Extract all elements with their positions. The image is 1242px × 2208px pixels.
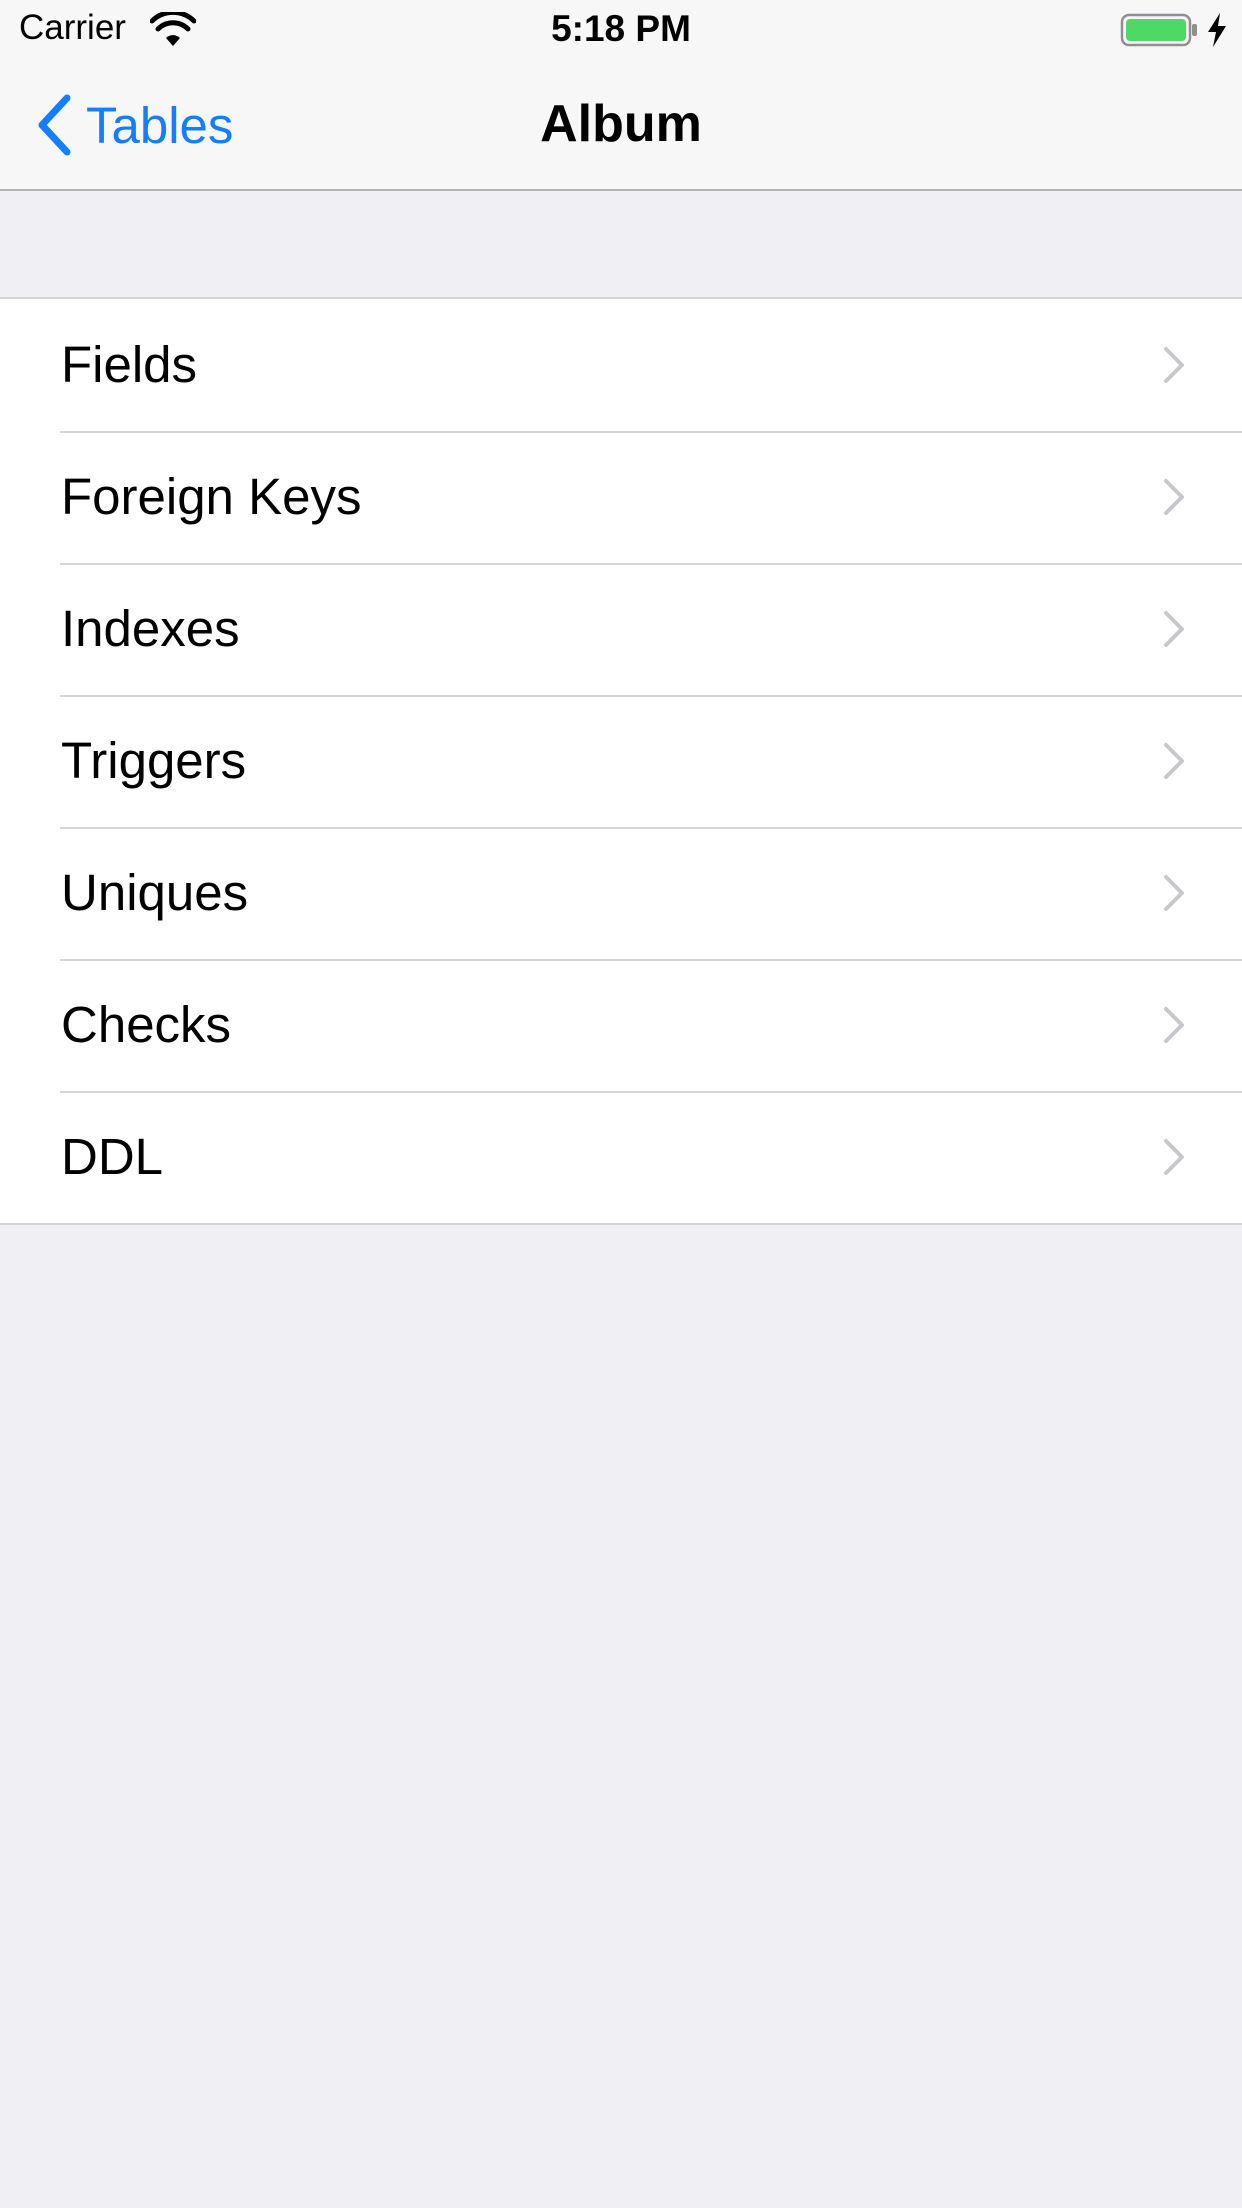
menu-item-triggers[interactable]: Triggers: [0, 695, 1242, 827]
menu-item-label: Fields: [61, 336, 198, 393]
chevron-right-icon: [1164, 611, 1184, 647]
charging-bolt-icon: [1208, 13, 1226, 47]
menu-item-uniques[interactable]: Uniques: [0, 827, 1242, 959]
chevron-right-icon: [1164, 479, 1184, 515]
chevron-right-icon: [1164, 1139, 1184, 1175]
battery-icon: [1120, 13, 1197, 47]
menu-item-label: DDL: [61, 1128, 164, 1185]
menu-item-checks[interactable]: Checks: [0, 959, 1242, 1091]
menu-item-label: Checks: [61, 996, 232, 1053]
menu-item-indexes[interactable]: Indexes: [0, 563, 1242, 695]
menu-item-ddl[interactable]: DDL: [0, 1091, 1242, 1223]
menu-item-fields[interactable]: Fields: [0, 299, 1242, 431]
status-time: 5:18 PM: [551, 8, 691, 49]
menu-item-label: Foreign Keys: [61, 468, 362, 525]
navigation-bar: Tables Album: [0, 60, 1242, 191]
chevron-right-icon: [1164, 743, 1184, 779]
chevron-right-icon: [1164, 347, 1184, 383]
menu-item-label: Triggers: [61, 732, 247, 789]
chevron-right-icon: [1164, 1007, 1184, 1043]
status-bar: Carrier 5:18 PM: [0, 0, 1242, 60]
menu-item-label: Uniques: [61, 864, 249, 921]
menu-item-foreign-keys[interactable]: Foreign Keys: [0, 431, 1242, 563]
menu-item-label: Indexes: [61, 600, 240, 657]
page-title: Album: [540, 95, 702, 153]
menu-list: Fields Foreign Keys Indexes Triggers Uni…: [0, 297, 1242, 1225]
chevron-right-icon: [1164, 875, 1184, 911]
